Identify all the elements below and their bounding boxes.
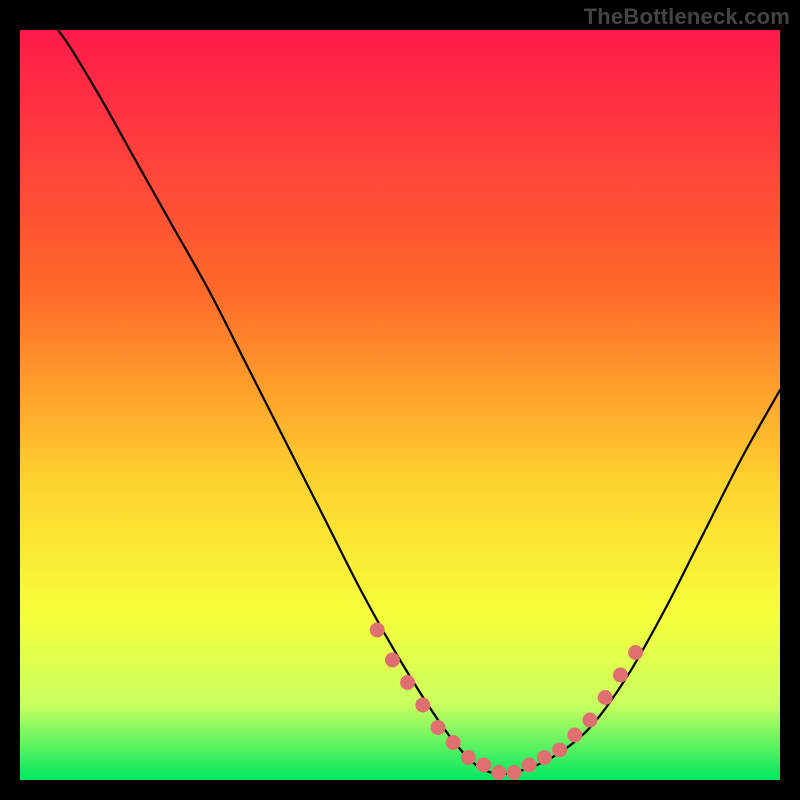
data-point-marker bbox=[567, 728, 582, 743]
data-point-marker bbox=[415, 698, 430, 713]
data-point-marker bbox=[461, 750, 476, 765]
data-point-marker bbox=[583, 713, 598, 728]
data-point-marker bbox=[552, 743, 567, 758]
chart-plot-area bbox=[20, 30, 780, 780]
watermark-text: TheBottleneck.com bbox=[584, 4, 790, 30]
data-point-marker bbox=[400, 675, 415, 690]
data-point-marker bbox=[385, 653, 400, 668]
data-point-marker bbox=[446, 735, 461, 750]
chart-svg bbox=[20, 30, 780, 780]
data-point-marker bbox=[613, 668, 628, 683]
chart-stage: TheBottleneck.com bbox=[0, 0, 800, 800]
data-point-marker bbox=[537, 750, 552, 765]
data-point-marker bbox=[522, 758, 537, 773]
data-point-marker bbox=[431, 720, 446, 735]
data-point-marker bbox=[491, 765, 506, 780]
data-point-marker bbox=[476, 758, 491, 773]
data-point-marker bbox=[628, 645, 643, 660]
gradient-background bbox=[20, 30, 780, 780]
data-point-marker bbox=[370, 623, 385, 638]
data-point-marker bbox=[598, 690, 613, 705]
data-point-marker bbox=[507, 765, 522, 780]
